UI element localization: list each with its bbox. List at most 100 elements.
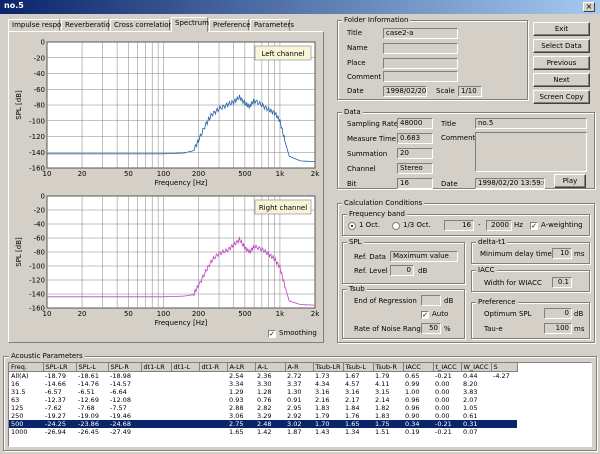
table-row[interactable]: 500 -24.25 -23.86 -24.68 2.75 2.48 3.02 1.70 1.6… [9, 420, 517, 428]
oct1-label: 1 Oct. [359, 221, 381, 229]
x-tick-label: 2k [311, 310, 320, 318]
column-header[interactable]: dt1-LR [141, 363, 172, 372]
column-header[interactable]: W_IACC [461, 363, 492, 372]
table-cell [141, 380, 171, 388]
column-header[interactable]: Tsub-L [343, 363, 374, 372]
folder-name-field [383, 43, 458, 54]
table-row[interactable]: 1000 -26.94 -26.45 -27.49 1.65 1.42 1.87 1.43 1.… [9, 428, 517, 436]
tau-e-label: Tau-e [484, 325, 503, 333]
y-tick-label: 0 [41, 39, 45, 47]
column-header[interactable]: dt1-R [199, 363, 228, 372]
table-cell: 0.93 [229, 396, 244, 404]
freq-high-field[interactable]: 2000 [486, 220, 512, 231]
column-header[interactable]: SPL-L [76, 363, 109, 372]
table-row[interactable]: All(A) -18.79 -18.61 -18.98 2.54 2.36 2.72 1.73… [9, 372, 517, 381]
ref-level-field[interactable]: 0 [390, 265, 414, 276]
column-header[interactable]: IACC [403, 363, 434, 372]
table-cell [171, 420, 199, 428]
min-delay-unit: ms [574, 250, 585, 258]
table-row[interactable]: 63 -12.37 -12.69 -12.08 0.93 0.76 0.91 2.16 2.17… [9, 396, 517, 404]
column-header[interactable]: t_IACC [433, 363, 462, 372]
table-cell: 0.00 [435, 396, 450, 404]
table-cell: 1.79 [375, 372, 390, 380]
ref-data-label: Ref. Data [354, 253, 386, 261]
width-wiacc-label: Width for WIACC [484, 279, 542, 287]
table-cell: -26.94 [45, 428, 66, 436]
oct1-radio[interactable] [348, 222, 356, 230]
table-row[interactable]: 250 -19.27 -19.09 -19.46 3.06 3.29 2.92 1.79 1.7… [9, 412, 517, 420]
oct3-radio[interactable] [392, 222, 400, 230]
table-cell: 0.96 [405, 404, 420, 412]
tab-reverberation[interactable]: Reverberation [61, 19, 115, 31]
table-cell: 2.95 [287, 404, 302, 412]
y-tick-label: -40 [34, 70, 45, 78]
exit-button[interactable]: Exit [533, 22, 590, 36]
ref-data-field: Maximum value [390, 251, 458, 262]
tab-impulse-response[interactable]: Impulse response [8, 19, 74, 31]
table-cell [491, 412, 517, 420]
y-tick-label: -80 [34, 102, 45, 110]
next-button[interactable]: Next [533, 73, 590, 87]
y-tick-label: -140 [29, 149, 45, 157]
tab-spectrum[interactable]: Spectrum [171, 17, 209, 32]
y-tick-label: -40 [34, 221, 45, 229]
column-header[interactable]: A-R [285, 363, 314, 372]
min-delay-field[interactable]: 10 [552, 248, 572, 259]
table-cell [141, 388, 171, 396]
table-cell: -23.86 [76, 420, 108, 428]
tab-parameters[interactable]: Parameters [250, 19, 294, 31]
width-wiacc-field[interactable]: 0.1 [552, 277, 572, 288]
table-cell [199, 380, 227, 388]
column-header[interactable]: A-L [255, 363, 286, 372]
table-cell [491, 404, 517, 412]
table-cell: 0.91 [287, 396, 302, 404]
oct3-label: 1/3 Oct. [403, 221, 431, 229]
optimum-spl-field[interactable]: 0 [544, 308, 572, 319]
screen-copy-button[interactable]: Screen Copy [533, 90, 590, 104]
column-header[interactable]: Tsub-LR [313, 363, 344, 372]
select-data-button[interactable]: Select Data [533, 39, 590, 53]
tab-preference[interactable]: Preference [209, 19, 251, 31]
auto-label: Auto [432, 310, 449, 318]
a-weighting-checkbox[interactable]: ✓ [530, 222, 538, 230]
table-cell: -19.46 [110, 412, 131, 420]
column-header[interactable]: Freq. [9, 363, 44, 372]
table-row[interactable]: 16 -14.66 -14.76 -14.57 3.34 3.30 3.37 4.34 4.57… [9, 380, 517, 388]
close-icon[interactable]: × [583, 2, 595, 12]
table-cell: 1.65 [229, 428, 244, 436]
smoothing-checkbox[interactable]: ✓ [268, 330, 276, 338]
noise-range-field[interactable]: 50 [421, 323, 441, 334]
column-header[interactable]: Tsub-R [373, 363, 404, 372]
end-regression-field[interactable] [421, 295, 441, 306]
table-cell [491, 380, 517, 388]
previous-button[interactable]: Previous [533, 56, 590, 70]
tau-e-field[interactable]: 100 [544, 323, 572, 334]
table-cell: -7.62 [45, 404, 62, 412]
calculation-conditions-title: Calculation Conditions [342, 199, 425, 207]
freq-low-field[interactable]: 16 [444, 220, 474, 231]
min-delay-label: Minimum delay time [480, 250, 552, 258]
table-row[interactable]: 125 -7.62 -7.68 -7.57 2.88 2.82 2.95 1.83 1.84 1.… [9, 404, 517, 412]
table-cell: 1.76 [345, 412, 360, 420]
tab-cross-correlation[interactable]: Cross correlation [110, 19, 173, 31]
column-header[interactable]: S [491, 363, 518, 372]
column-header[interactable]: dt1-L [171, 363, 200, 372]
sampling-rate-field: 48000 [397, 118, 433, 129]
column-header[interactable]: A-LR [227, 363, 256, 372]
table-cell: -0.21 [435, 428, 452, 436]
column-header[interactable]: SPL-LR [43, 363, 77, 372]
table-cell: 0.34 [403, 420, 433, 428]
table-row[interactable]: 31.5 -6.57 -6.51 -6.64 1.29 1.28 1.30 3.16 3.16 3… [9, 388, 517, 396]
folder-scale-field: 1/10 [458, 86, 482, 97]
table-cell: 2.72 [287, 372, 302, 380]
folder-info-title: Folder Information [342, 16, 411, 24]
auto-checkbox[interactable]: ✓ [421, 311, 429, 319]
table-cell: 3.29 [257, 412, 272, 420]
table-cell [199, 420, 227, 428]
table-cell: 1.73 [315, 372, 330, 380]
play-button[interactable]: Play [554, 174, 586, 188]
column-header[interactable]: SPL-R [108, 363, 142, 372]
y-tick-label: -100 [29, 117, 45, 125]
frequency-band-title: Frequency band [347, 210, 407, 218]
table-cell: 3.15 [375, 388, 390, 396]
